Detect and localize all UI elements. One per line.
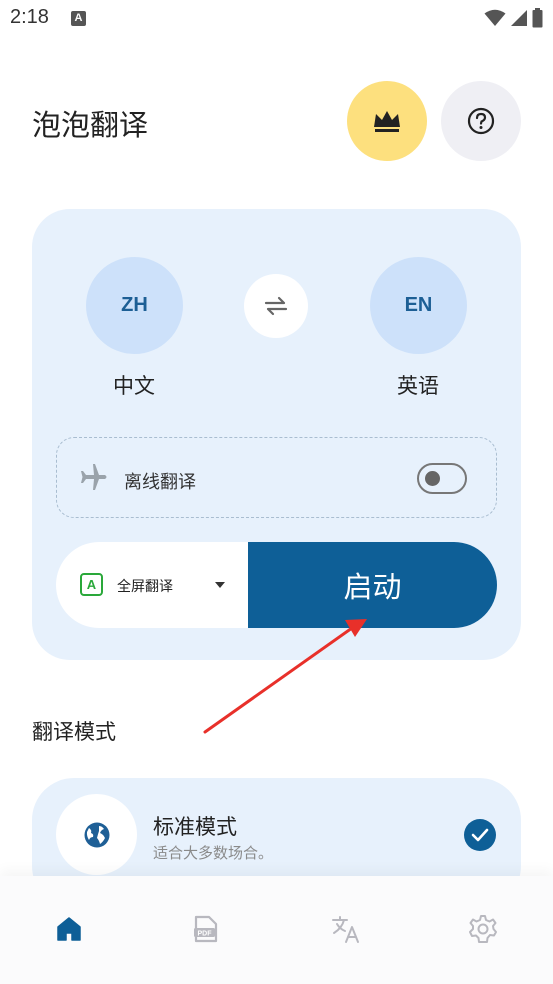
help-button[interactable]	[441, 81, 521, 161]
globe-icon	[84, 822, 109, 847]
source-language-code: ZH	[121, 294, 148, 316]
app-title: 泡泡翻译	[32, 108, 149, 142]
pdf-icon: PDF	[194, 915, 218, 943]
standard-mode-title: 标准模式	[153, 815, 237, 839]
target-language-code: EN	[404, 294, 433, 316]
signal-icon	[511, 10, 527, 26]
start-button-label: 启动	[343, 570, 402, 604]
translation-mode-label: 全屏翻译	[117, 579, 173, 595]
source-language-name: 中文	[113, 374, 155, 398]
settings-gear-icon	[469, 915, 497, 943]
globe-icon-circle	[56, 794, 137, 875]
target-language-name: 英语	[397, 374, 439, 398]
nav-settings[interactable]	[466, 912, 500, 946]
home-icon	[57, 917, 81, 941]
status-icons	[484, 8, 543, 28]
nav-home[interactable]	[52, 912, 86, 946]
swap-languages-button[interactable]	[244, 274, 308, 338]
status-time: 2:18	[10, 6, 49, 28]
help-circle-icon	[467, 107, 495, 135]
translation-modes-title: 翻译模式	[32, 720, 116, 744]
offline-translation-label: 离线翻译	[124, 472, 196, 493]
wifi-icon	[484, 9, 506, 26]
source-language-button[interactable]: ZH	[86, 257, 183, 354]
nav-translate[interactable]	[329, 912, 363, 946]
offline-toggle[interactable]	[417, 463, 467, 494]
swap-arrows-icon	[264, 296, 288, 316]
svg-text:PDF: PDF	[198, 930, 213, 937]
caret-down-icon[interactable]	[215, 582, 225, 588]
a-badge-icon: A	[71, 11, 86, 26]
premium-button[interactable]	[347, 81, 427, 161]
start-button[interactable]: 启动	[248, 542, 497, 628]
airplane-icon	[81, 464, 107, 490]
toggle-knob	[425, 471, 440, 486]
status-bar: 2:18 A	[0, 0, 553, 40]
selected-check-icon	[464, 819, 496, 851]
battery-icon	[532, 8, 543, 28]
target-language-button[interactable]: EN	[370, 257, 467, 354]
nav-pdf[interactable]: PDF	[189, 912, 223, 946]
translate-icon	[332, 916, 359, 943]
crown-icon	[374, 111, 400, 132]
fullscreen-mode-icon: A	[80, 573, 103, 596]
standard-mode-description: 适合大多数场合。	[153, 844, 274, 862]
